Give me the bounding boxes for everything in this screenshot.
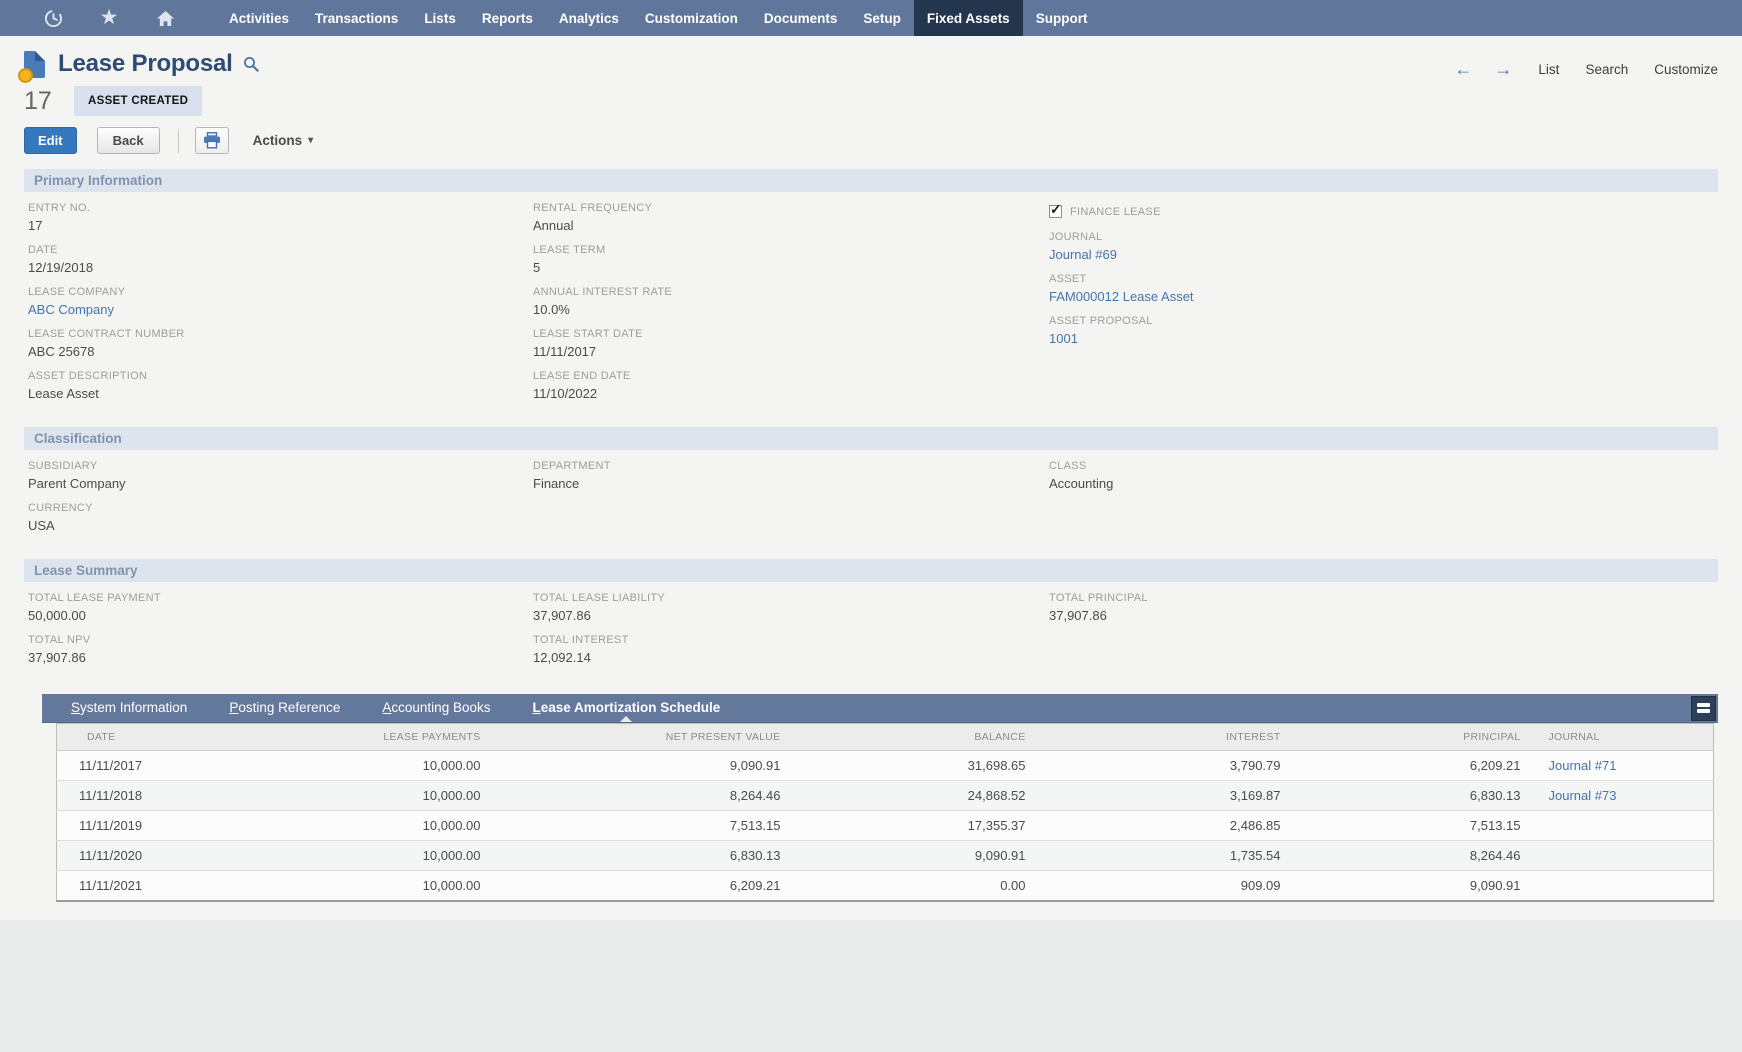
journal-71-link[interactable]: Journal #71 bbox=[1549, 758, 1617, 773]
print-button[interactable] bbox=[195, 127, 229, 154]
home-icon[interactable] bbox=[154, 10, 176, 27]
field-asset: ASSET FAM000012 Lease Asset bbox=[1049, 273, 1718, 304]
record-header: Lease Proposal 17 ASSET CREATED Edit Bac… bbox=[24, 46, 1718, 154]
section-header-primary-information[interactable]: Primary Information bbox=[24, 169, 1718, 192]
nav-item-customization[interactable]: Customization bbox=[632, 0, 751, 36]
record-id: 17 bbox=[24, 87, 74, 116]
tab-posting-reference[interactable]: Posting Reference bbox=[208, 694, 361, 722]
asset-proposal-link[interactable]: 1001 bbox=[1049, 331, 1718, 346]
field-journal: JOURNAL Journal #69 bbox=[1049, 231, 1718, 262]
search-link[interactable]: Search bbox=[1585, 62, 1628, 77]
nav-quick-icons: ★ bbox=[0, 0, 210, 36]
nav-item-transactions[interactable]: Transactions bbox=[302, 0, 411, 36]
finance-lease-label: FINANCE LEASE bbox=[1070, 206, 1161, 218]
nav-item-reports[interactable]: Reports bbox=[469, 0, 546, 36]
field-total-lease-payment: TOTAL LEASE PAYMENT 50,000.00 bbox=[28, 592, 533, 623]
field-total-lease-liability: TOTAL LEASE LIABILITY 37,907.86 bbox=[533, 592, 1049, 623]
checkmark-icon: ✓ bbox=[1050, 201, 1062, 218]
col-header-net-present-value: NET PRESENT VALUE bbox=[497, 724, 797, 751]
list-link[interactable]: List bbox=[1538, 62, 1559, 77]
tab-lease-amortization-schedule[interactable]: Lease Amortization Schedule bbox=[511, 694, 741, 722]
recent-records-clock-icon[interactable] bbox=[42, 9, 64, 28]
field-rental-frequency: RENTAL FREQUENCY Annual bbox=[533, 202, 1049, 233]
field-currency: CURRENCY USA bbox=[28, 502, 533, 533]
nav-item-activities[interactable]: Activities bbox=[216, 0, 302, 36]
col-header-interest: INTEREST bbox=[1042, 724, 1297, 751]
nav-item-fixed-assets[interactable]: Fixed Assets bbox=[914, 0, 1023, 36]
customize-link[interactable]: Customize bbox=[1654, 62, 1718, 77]
field-finance-lease: ✓ FINANCE LEASE bbox=[1049, 205, 1718, 218]
subtab-bar: System Information Posting Reference Acc… bbox=[42, 694, 1718, 723]
expand-table-button[interactable] bbox=[1691, 696, 1716, 721]
schedule-row-2019: 11/11/2019 10,000.00 7,513.15 17,355.37 … bbox=[57, 811, 1714, 841]
field-lease-end-date: LEASE END DATE 11/10/2022 bbox=[533, 370, 1049, 401]
tab-system-information[interactable]: System Information bbox=[50, 694, 208, 722]
journal-link[interactable]: Journal #69 bbox=[1049, 247, 1718, 262]
nav-menu: Activities Transactions Lists Reports An… bbox=[216, 0, 1100, 36]
field-annual-interest-rate: ANNUAL INTEREST RATE 10.0% bbox=[533, 286, 1049, 317]
col-header-lease-payments: LEASE PAYMENTS bbox=[307, 724, 497, 751]
shortcuts-star-icon[interactable]: ★ bbox=[98, 8, 120, 28]
field-date: DATE 12/19/2018 bbox=[28, 244, 533, 275]
nav-item-lists[interactable]: Lists bbox=[411, 0, 469, 36]
col-header-date: DATE bbox=[57, 724, 307, 751]
top-navbar: ★ Activities Transactions Lists Reports … bbox=[0, 0, 1742, 36]
col-header-principal: PRINCIPAL bbox=[1297, 724, 1537, 751]
field-lease-company: LEASE COMPANY ABC Company bbox=[28, 286, 533, 317]
field-lease-term: LEASE TERM 5 bbox=[533, 244, 1049, 275]
actions-label: Actions bbox=[253, 133, 303, 148]
field-asset-proposal: ASSET PROPOSAL 1001 bbox=[1049, 315, 1718, 346]
col-header-journal: JOURNAL bbox=[1537, 724, 1714, 751]
edit-button[interactable]: Edit bbox=[24, 127, 77, 154]
amortization-schedule-table: DATE LEASE PAYMENTS NET PRESENT VALUE BA… bbox=[56, 723, 1714, 902]
title-search-icon[interactable] bbox=[243, 56, 259, 72]
previous-record-arrow-icon[interactable]: ← bbox=[1454, 60, 1472, 78]
page-title: Lease Proposal bbox=[58, 50, 233, 78]
page-footer bbox=[0, 920, 1742, 990]
field-department: DEPARTMENT Finance bbox=[533, 460, 1049, 491]
field-asset-description: ASSET DESCRIPTION Lease Asset bbox=[28, 370, 533, 401]
nav-item-analytics[interactable]: Analytics bbox=[546, 0, 632, 36]
actions-menu-button[interactable]: Actions ▾ bbox=[253, 133, 314, 148]
nav-item-support[interactable]: Support bbox=[1023, 0, 1101, 36]
field-lease-start-date: LEASE START DATE 11/11/2017 bbox=[533, 328, 1049, 359]
main-content: Lease Proposal 17 ASSET CREATED Edit Bac… bbox=[0, 36, 1742, 920]
finance-lease-checkbox[interactable]: ✓ bbox=[1049, 205, 1062, 218]
lease-summary-fields: TOTAL LEASE PAYMENT 50,000.00 TOTAL NPV … bbox=[24, 582, 1718, 676]
schedule-row-2017: 11/11/2017 10,000.00 9,090.91 31,698.65 … bbox=[57, 751, 1714, 781]
classification-fields: SUBSIDIARY Parent Company CURRENCY USA D… bbox=[24, 450, 1718, 544]
section-header-lease-summary[interactable]: Lease Summary bbox=[24, 559, 1718, 582]
field-total-npv: TOTAL NPV 37,907.86 bbox=[28, 634, 533, 665]
printer-icon bbox=[203, 137, 221, 152]
field-lease-contract-number: LEASE CONTRACT NUMBER ABC 25678 bbox=[28, 328, 533, 359]
status-badge: ASSET CREATED bbox=[74, 86, 202, 116]
nav-item-setup[interactable]: Setup bbox=[850, 0, 914, 36]
back-button[interactable]: Back bbox=[97, 127, 160, 154]
tab-accounting-books[interactable]: Accounting Books bbox=[361, 694, 511, 722]
field-class: CLASS Accounting bbox=[1049, 460, 1718, 491]
button-divider bbox=[178, 129, 179, 153]
subtab-panel: System Information Posting Reference Acc… bbox=[42, 694, 1718, 902]
field-total-interest: TOTAL INTEREST 12,092.14 bbox=[533, 634, 1049, 665]
schedule-row-2021: 11/11/2021 10,000.00 6,209.21 0.00 909.0… bbox=[57, 871, 1714, 902]
primary-information-fields: ENTRY NO. 17 DATE 12/19/2018 LEASE COMPA… bbox=[24, 192, 1718, 412]
journal-73-link[interactable]: Journal #73 bbox=[1549, 788, 1617, 803]
col-header-balance: BALANCE bbox=[797, 724, 1042, 751]
nav-item-documents[interactable]: Documents bbox=[751, 0, 851, 36]
field-entry-no: ENTRY NO. 17 bbox=[28, 202, 533, 233]
section-header-classification[interactable]: Classification bbox=[24, 427, 1718, 450]
table-rows-icon bbox=[1697, 702, 1710, 714]
chevron-down-icon: ▾ bbox=[308, 135, 313, 146]
field-total-principal: TOTAL PRINCIPAL 37,907.86 bbox=[1049, 592, 1718, 623]
table-header-row: DATE LEASE PAYMENTS NET PRESENT VALUE BA… bbox=[57, 724, 1714, 751]
record-nav-links: ← → List Search Customize bbox=[1432, 60, 1718, 78]
field-subsidiary: SUBSIDIARY Parent Company bbox=[28, 460, 533, 491]
schedule-row-2018: 11/11/2018 10,000.00 8,264.46 24,868.52 … bbox=[57, 781, 1714, 811]
next-record-arrow-icon[interactable]: → bbox=[1494, 60, 1512, 78]
schedule-row-2020: 11/11/2020 10,000.00 6,830.13 9,090.91 1… bbox=[57, 841, 1714, 871]
lease-company-link[interactable]: ABC Company bbox=[28, 302, 533, 317]
asset-link[interactable]: FAM000012 Lease Asset bbox=[1049, 289, 1718, 304]
lease-proposal-record-icon bbox=[24, 51, 45, 78]
action-buttons: Edit Back Actions ▾ bbox=[24, 127, 313, 154]
